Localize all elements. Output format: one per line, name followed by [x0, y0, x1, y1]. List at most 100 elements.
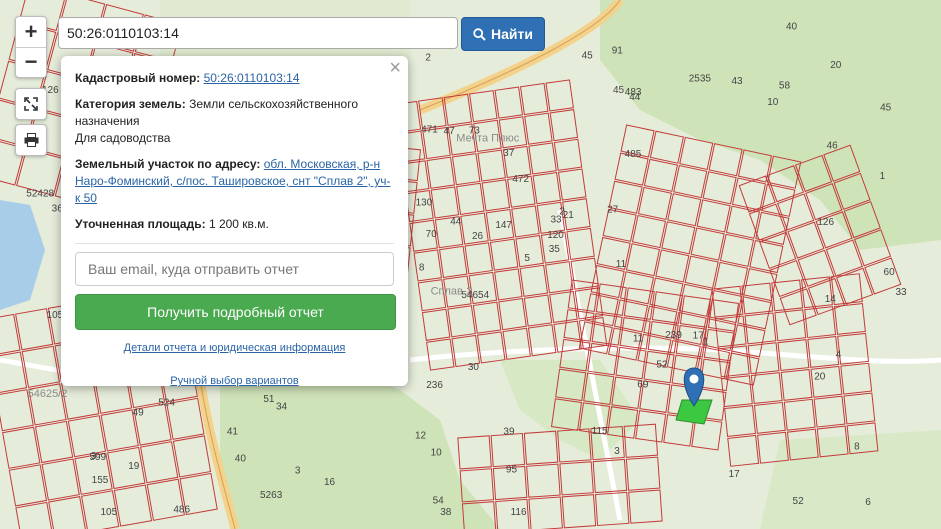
print-button[interactable]: [15, 124, 47, 156]
map-label: 471: [421, 124, 438, 135]
map-label: 40: [235, 453, 247, 464]
map-label: 5: [524, 253, 530, 264]
category-label: Категория земель:: [75, 97, 186, 111]
email-field[interactable]: [75, 252, 394, 286]
address-row: Земельный участок по адресу: обл. Москов…: [75, 156, 394, 207]
map-label: 12: [415, 430, 427, 441]
cadastral-number-link[interactable]: 50:26:0110103:14: [204, 71, 300, 85]
map-label: 44: [450, 216, 462, 227]
details-link[interactable]: Детали отчета и юридическая информация: [124, 342, 346, 354]
area-value: 1 200 кв.м.: [208, 217, 269, 231]
zoom-control: + −: [15, 16, 47, 78]
map-label: 239: [665, 330, 682, 341]
map-label: 20: [830, 60, 842, 71]
manual-selection-link[interactable]: Ручной выбор вариантов: [170, 375, 298, 387]
map-label: 45: [582, 51, 594, 62]
map-label: 91: [612, 46, 624, 57]
map-label: 37: [503, 148, 515, 159]
map-label: 155: [92, 475, 109, 486]
map-label: 11: [633, 334, 644, 345]
map-label: 10: [767, 97, 779, 108]
map-label: Мечта Плюс: [456, 133, 519, 145]
get-report-button[interactable]: Получить подробный отчет: [75, 294, 396, 330]
map-label: 58: [779, 81, 791, 92]
address-label: Земельный участок по адресу:: [75, 157, 261, 171]
expand-icon: [24, 97, 38, 111]
map-label: 52: [793, 496, 805, 507]
map-label: 95: [506, 465, 518, 476]
map-label: 486: [173, 505, 190, 516]
find-button-label: Найти: [491, 26, 533, 42]
map-label: 6: [865, 497, 871, 508]
map-label: Сплав-2: [431, 285, 473, 297]
map-label: 40: [786, 22, 798, 33]
map-label: 70: [426, 229, 438, 240]
search-icon: [473, 27, 486, 41]
map-label: 116: [511, 507, 527, 518]
map-label: 130: [416, 197, 433, 208]
map-label: 60: [884, 267, 896, 278]
map-label: 8: [854, 441, 860, 452]
map-label: 2: [425, 53, 431, 64]
details-link-wrap: Детали отчета и юридическая информация: [75, 340, 394, 357]
map-label: 26: [472, 231, 484, 242]
map-label: 47: [444, 126, 456, 137]
category-sub-value: Для садоводства: [75, 131, 171, 145]
map-label: 236: [426, 380, 443, 391]
map-label: 39: [503, 427, 515, 438]
map-label: 51: [263, 394, 275, 405]
map-label: 27: [607, 205, 619, 216]
map-label: 1: [703, 337, 709, 348]
map-label: 35: [549, 244, 561, 255]
map-label: 17: [693, 330, 705, 341]
map-label: 34: [276, 402, 288, 413]
map-label: 54625/2: [28, 388, 68, 400]
map-label: 3: [295, 465, 301, 476]
fullscreen-button[interactable]: [15, 88, 47, 120]
map-label: 115: [592, 426, 608, 437]
map-label: 19: [128, 461, 140, 472]
map-label: 52428: [26, 189, 54, 200]
printer-icon: [24, 133, 38, 147]
map-label: 14: [825, 294, 837, 305]
map-label: 43: [731, 76, 743, 87]
map-label: 5263: [260, 490, 283, 501]
zoom-out-button[interactable]: −: [16, 46, 46, 78]
map-label: 44: [629, 92, 641, 103]
map-label: 2535: [689, 74, 712, 85]
area-row: Уточненная площадь: 1 200 кв.м.: [75, 216, 394, 233]
map-label: 11: [616, 259, 627, 270]
category-row: Категория земель: Земли сельскохозяйстве…: [75, 96, 394, 147]
cadastral-row: Кадастровый номер: 50:26:0110103:14: [75, 70, 394, 87]
parcel-info-popup: × Кадастровый номер: 50:26:0110103:14 Ка…: [61, 56, 408, 387]
manual-link-wrap: Ручной выбор вариантов: [75, 373, 394, 390]
close-icon[interactable]: ×: [389, 58, 401, 78]
map-label: 3: [614, 446, 620, 457]
map-label: 45: [613, 85, 625, 96]
map-label: 33: [895, 287, 907, 298]
map-label: 485: [625, 149, 642, 160]
map-label: 4: [836, 349, 842, 360]
area-label: Уточненная площадь:: [75, 217, 206, 231]
map-label: 524: [158, 397, 175, 408]
map-label: 46: [827, 141, 839, 152]
map-label: 52: [656, 359, 668, 370]
map-label: 2: [559, 207, 565, 218]
map-label: 1: [880, 171, 886, 182]
map-label: 41: [227, 426, 239, 437]
map-label: 45: [880, 103, 892, 114]
divider: [75, 243, 394, 244]
map-label: 147: [495, 220, 512, 231]
map-label: 69: [637, 379, 649, 390]
find-button[interactable]: Найти: [461, 17, 545, 51]
cadastral-label: Кадастровый номер:: [75, 71, 201, 85]
map-label: 49: [133, 408, 145, 419]
map-label: 599: [89, 452, 106, 463]
map-label: 38: [440, 507, 452, 518]
map-label: 17: [729, 469, 741, 480]
map-label: 10: [431, 448, 443, 459]
map-label: 126: [817, 217, 834, 228]
map-label: 105: [100, 507, 117, 518]
cadastral-search-input[interactable]: [58, 17, 458, 49]
zoom-in-button[interactable]: +: [16, 17, 46, 47]
